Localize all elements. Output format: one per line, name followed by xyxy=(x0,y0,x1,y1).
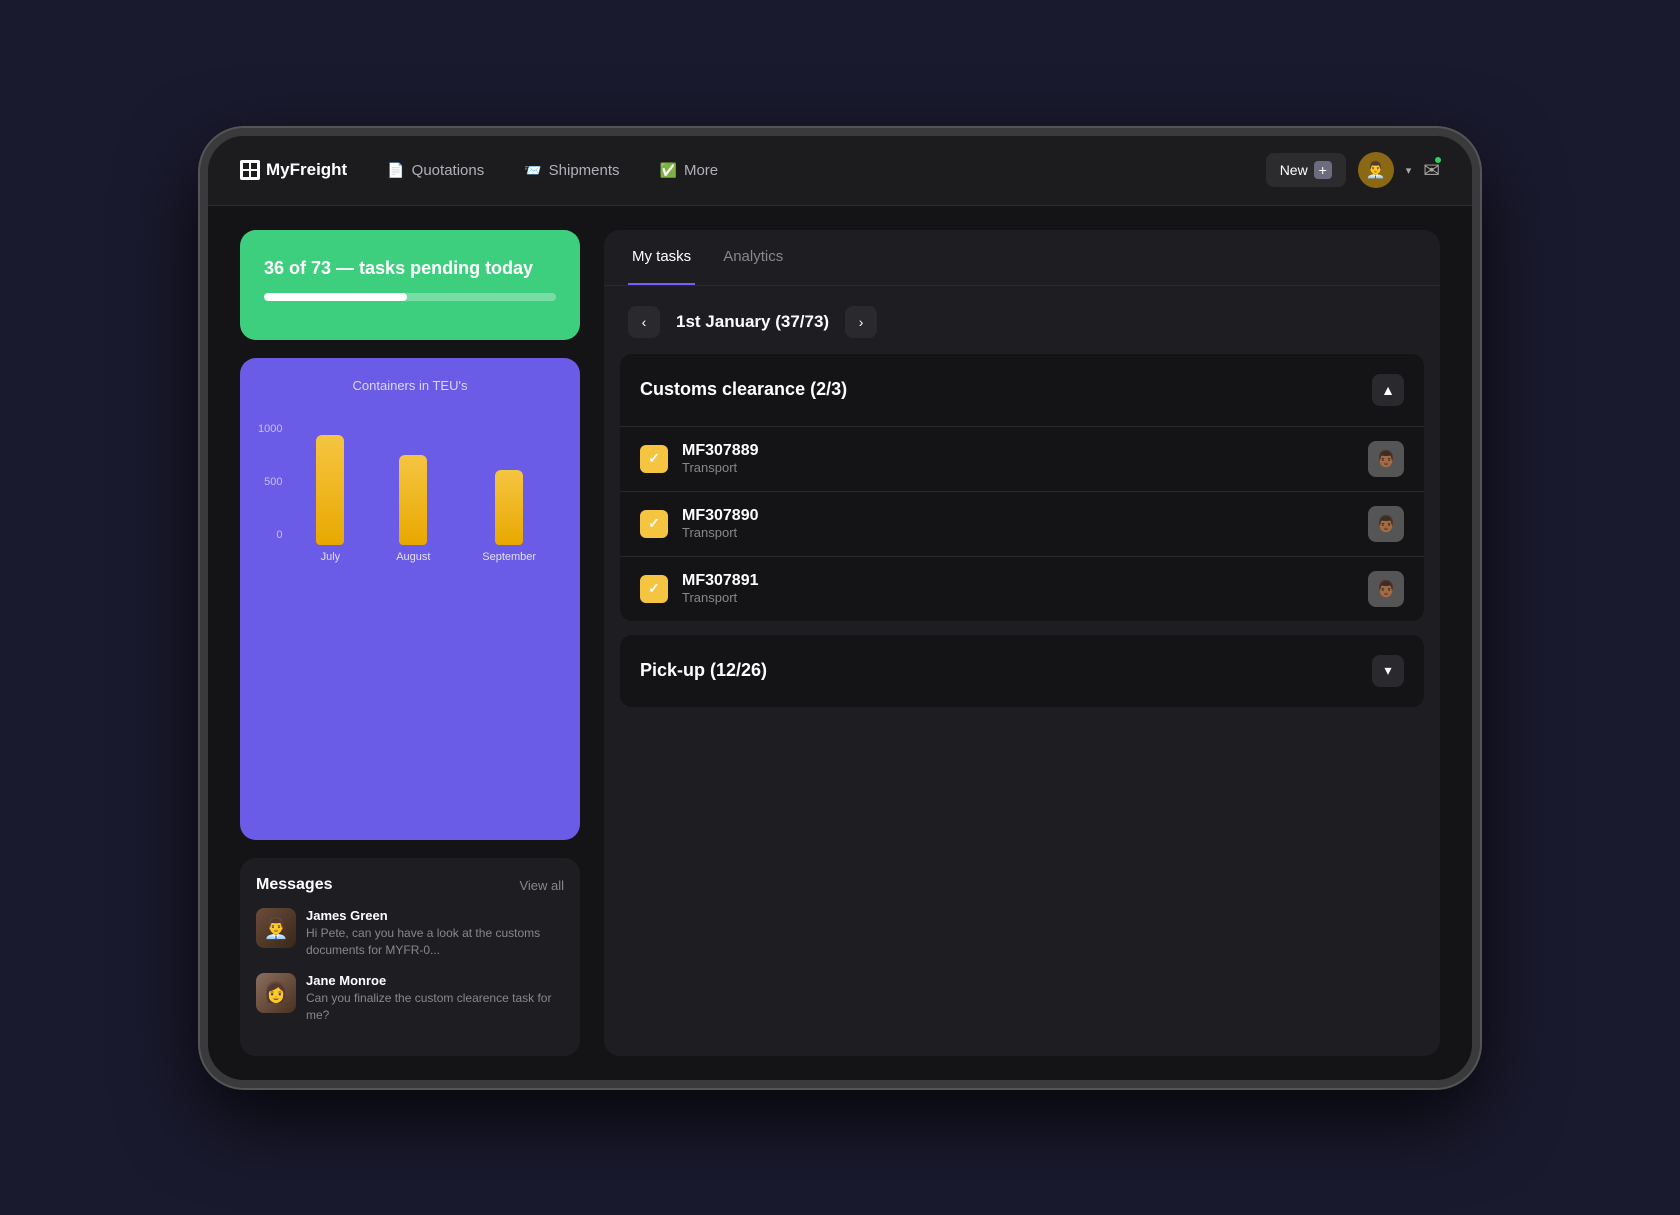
tab-analytics[interactable]: Analytics xyxy=(719,230,787,285)
bar-september: September xyxy=(482,470,536,563)
nav-quotations[interactable]: 📄 Quotations xyxy=(371,154,500,187)
task-group-customs-header: Customs clearance (2/3) ▲ xyxy=(620,354,1424,426)
task-avatar-mf307889: 👨🏾 xyxy=(1368,441,1404,477)
bar-august-label: August xyxy=(396,551,430,563)
mail-dot xyxy=(1434,156,1442,164)
nav-more[interactable]: ✅ More xyxy=(644,154,735,187)
task-check-mf307889[interactable]: ✓ xyxy=(640,445,668,473)
messages-title: Messages xyxy=(256,876,333,894)
msg-text-jane: Can you finalize the custom clearence ta… xyxy=(306,990,564,1024)
y-label-0: 0 xyxy=(258,529,282,541)
collapse-pickup-button[interactable]: ▾ xyxy=(1372,655,1404,687)
msg-name-james: James Green xyxy=(306,908,564,923)
bar-september-label: September xyxy=(482,551,536,563)
message-item-2[interactable]: 👩 Jane Monroe Can you finalize the custo… xyxy=(256,973,564,1024)
task-group-pickup-title: Pick-up (12/26) xyxy=(640,660,767,681)
logo-icon xyxy=(240,160,260,180)
task-type-mf307889: Transport xyxy=(682,460,1354,475)
task-avatar-mf307890: 👨🏾 xyxy=(1368,506,1404,542)
y-label-1000: 1000 xyxy=(258,423,282,435)
date-next-icon: › xyxy=(859,314,864,330)
user-avatar[interactable]: 👨‍💼 xyxy=(1358,152,1394,188)
task-group-pickup: Pick-up (12/26) ▾ xyxy=(620,635,1424,707)
date-next-button[interactable]: › xyxy=(845,306,877,338)
more-icon: ✅ xyxy=(660,162,677,179)
new-plus-icon: + xyxy=(1314,161,1332,179)
collapse-customs-button[interactable]: ▲ xyxy=(1372,374,1404,406)
app-name: MyFreight xyxy=(266,160,347,180)
task-type-mf307891: Transport xyxy=(682,590,1354,605)
msg-avatar-james: 👨‍💼 xyxy=(256,908,296,948)
message-item-1[interactable]: 👨‍💼 James Green Hi Pete, can you have a … xyxy=(256,908,564,959)
right-panel: My tasks Analytics ‹ 1st January (37/73)… xyxy=(604,230,1440,1056)
y-label-500: 500 xyxy=(258,476,282,488)
task-id-mf307889: MF307889 xyxy=(682,442,1354,460)
bar-july: July xyxy=(316,435,344,563)
task-group-customs: Customs clearance (2/3) ▲ ✓ MF307889 Tra… xyxy=(620,354,1424,621)
avatar-chevron-icon[interactable]: ▾ xyxy=(1406,164,1412,177)
progress-bar-bg xyxy=(264,293,556,301)
nav-more-label: More xyxy=(684,162,718,179)
task-item-mf307890[interactable]: ✓ MF307890 Transport 👨🏾 xyxy=(620,491,1424,556)
shipments-icon: 📨 xyxy=(524,162,541,179)
date-nav: ‹ 1st January (37/73) › xyxy=(604,286,1440,354)
mail-button[interactable]: ✉ xyxy=(1423,158,1440,183)
progress-bar-fill xyxy=(264,293,407,301)
tasks-title: 36 of 73 — tasks pending today xyxy=(264,258,556,279)
chart-card: Containers in TEU's 1000 500 0 July xyxy=(240,358,580,841)
bar-september-fill xyxy=(495,470,523,545)
bars-group: July August September xyxy=(290,403,562,563)
task-id-mf307891: MF307891 xyxy=(682,572,1354,590)
task-item-mf307889[interactable]: ✓ MF307889 Transport 👨🏾 xyxy=(620,426,1424,491)
msg-avatar-jane: 👩 xyxy=(256,973,296,1013)
nav-shipments-label: Shipments xyxy=(549,162,620,179)
task-avatar-mf307891: 👨🏾 xyxy=(1368,571,1404,607)
task-type-mf307890: Transport xyxy=(682,525,1354,540)
task-item-mf307891[interactable]: ✓ MF307891 Transport 👨🏾 xyxy=(620,556,1424,621)
task-id-mf307890: MF307890 xyxy=(682,507,1354,525)
chart-title: Containers in TEU's xyxy=(258,378,562,393)
date-prev-button[interactable]: ‹ xyxy=(628,306,660,338)
bar-july-label: July xyxy=(321,551,341,563)
logo: MyFreight xyxy=(240,160,347,180)
bar-august-fill xyxy=(399,455,427,545)
nav-quotations-label: Quotations xyxy=(412,162,485,179)
view-all-link[interactable]: View all xyxy=(519,878,564,893)
msg-text-james: Hi Pete, can you have a look at the cust… xyxy=(306,925,564,959)
quotations-icon: 📄 xyxy=(387,162,404,179)
main-content: 36 of 73 — tasks pending today Container… xyxy=(208,206,1472,1080)
date-prev-icon: ‹ xyxy=(642,314,647,330)
tab-my-tasks[interactable]: My tasks xyxy=(628,230,695,285)
date-text: 1st January (37/73) xyxy=(676,312,829,332)
left-panel: 36 of 73 — tasks pending today Container… xyxy=(240,230,580,1056)
task-group-pickup-header: Pick-up (12/26) ▾ xyxy=(620,635,1424,707)
bar-august: August xyxy=(396,455,430,563)
task-group-customs-title: Customs clearance (2/3) xyxy=(640,379,847,400)
new-button[interactable]: New + xyxy=(1266,153,1346,187)
y-axis: 1000 500 0 xyxy=(258,423,282,563)
new-label: New xyxy=(1280,162,1308,178)
messages-card: Messages View all 👨‍💼 James Green Hi Pet… xyxy=(240,858,580,1055)
topbar: MyFreight 📄 Quotations 📨 Shipments ✅ Mor… xyxy=(208,136,1472,206)
chart-area: 1000 500 0 July August xyxy=(258,403,562,563)
device-frame: MyFreight 📄 Quotations 📨 Shipments ✅ Mor… xyxy=(200,128,1480,1088)
task-check-mf307890[interactable]: ✓ xyxy=(640,510,668,538)
task-check-mf307891[interactable]: ✓ xyxy=(640,575,668,603)
tasks-list: Customs clearance (2/3) ▲ ✓ MF307889 Tra… xyxy=(604,354,1440,1056)
messages-header: Messages View all xyxy=(256,876,564,894)
tasks-card: 36 of 73 — tasks pending today xyxy=(240,230,580,340)
topbar-right: New + 👨‍💼 ▾ ✉ xyxy=(1266,152,1440,188)
tabs-header: My tasks Analytics xyxy=(604,230,1440,286)
msg-name-jane: Jane Monroe xyxy=(306,973,564,988)
bar-july-fill xyxy=(316,435,344,545)
nav-shipments[interactable]: 📨 Shipments xyxy=(508,154,635,187)
